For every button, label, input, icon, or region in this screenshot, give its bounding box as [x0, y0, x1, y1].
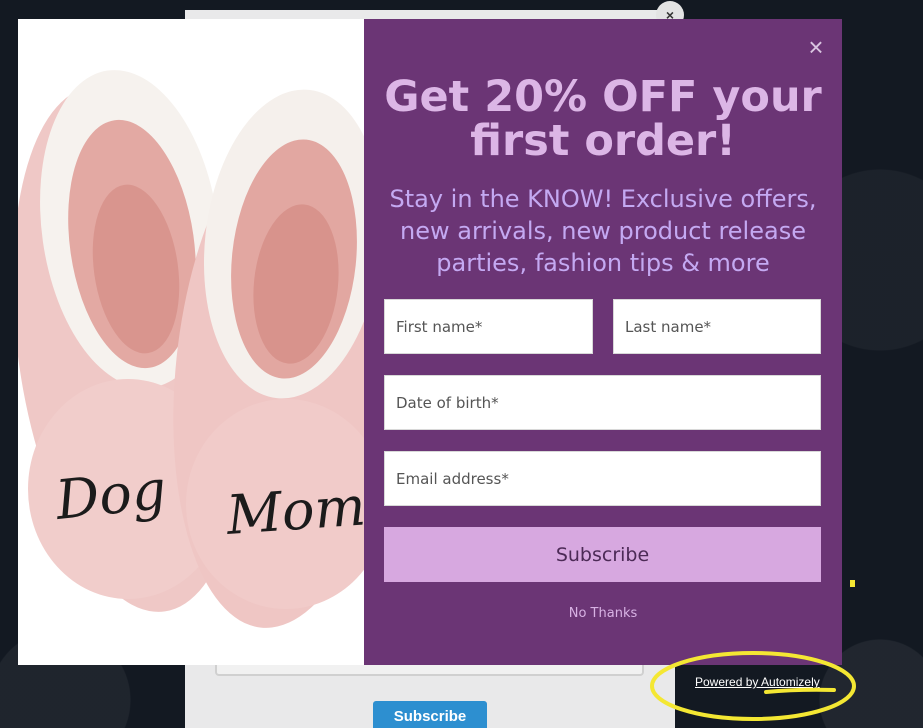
slipper-text-dog: Dog [52, 458, 169, 532]
popup-form-panel: × Get 20% OFF your first order! Stay in … [364, 19, 842, 665]
subscribe-button[interactable]: Subscribe [384, 527, 821, 582]
date-of-birth-field[interactable]: Date of birth* [384, 375, 821, 430]
email-field[interactable]: Email address* [384, 451, 821, 506]
annotation-mark [850, 580, 855, 587]
popup-headline: Get 20% OFF your first order! [384, 72, 822, 166]
background-modal-subscribe-button[interactable]: Subscribe [373, 701, 487, 728]
slipper-text-mom: Mom [224, 474, 364, 547]
slippers-image: Dog Mom [18, 19, 364, 665]
close-icon[interactable]: × [806, 34, 826, 60]
no-thanks-link[interactable]: No Thanks [364, 606, 842, 621]
highlight-circle [650, 651, 856, 721]
last-name-field[interactable]: Last name* [613, 299, 821, 354]
slippers-illustration: Dog Mom [18, 19, 364, 665]
signup-popup: Dog Mom × Get 20% OFF your first order! … [18, 19, 842, 665]
first-name-field[interactable]: First name* [384, 299, 593, 354]
popup-subheadline: Stay in the KNOW! Exclusive offers, new … [389, 185, 817, 277]
